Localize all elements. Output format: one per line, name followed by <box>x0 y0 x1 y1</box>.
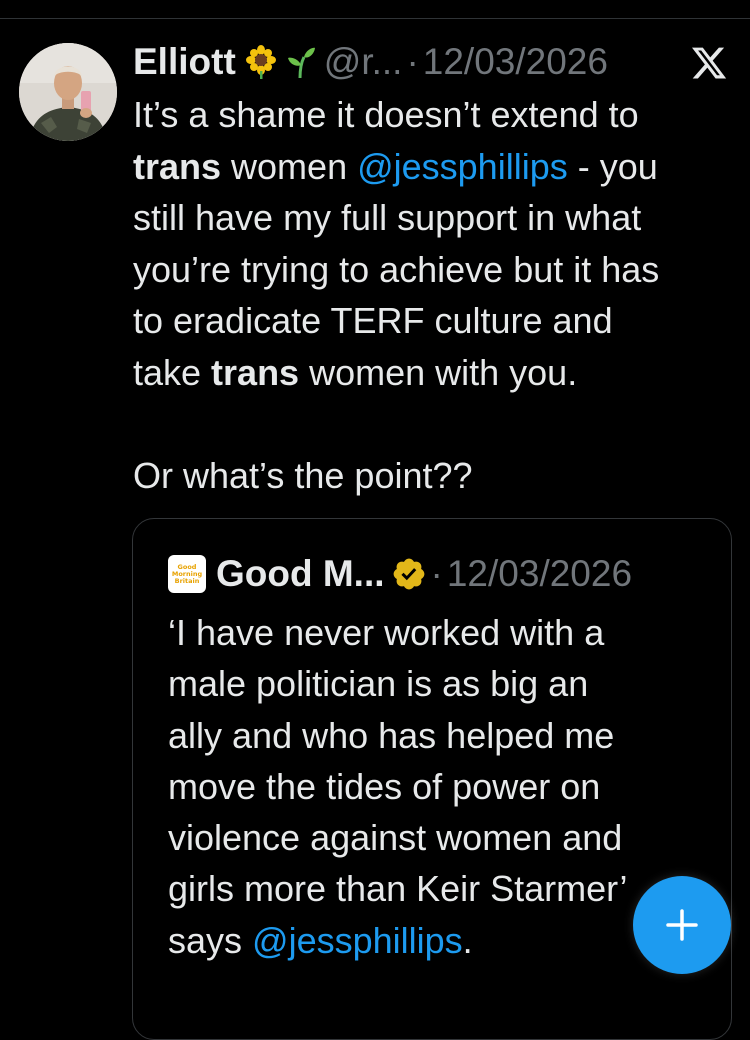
text-line: still have my full support in what <box>133 192 733 244</box>
bold-text: trans <box>211 351 300 393</box>
text-run: women <box>221 145 358 187</box>
text-run: ‘I have never worked with a <box>168 612 605 653</box>
tweet-date[interactable]: 12/03/2026 <box>423 36 608 88</box>
text-run: Or what’s the point?? <box>133 454 473 496</box>
text-run: ally and who has helped me <box>168 714 615 756</box>
bold-text: trans <box>133 145 222 187</box>
text-run: take <box>133 351 212 393</box>
sunflower-icon <box>244 45 278 79</box>
text-run: girls more than Keir Starmer’ <box>168 868 628 910</box>
text-line: trans women @jessphillips - you <box>133 141 733 193</box>
text-line: take trans women with you. <box>133 347 733 399</box>
avatar-photo <box>19 43 117 141</box>
x-logo-icon <box>690 44 728 82</box>
text-line: says @jessphillips. <box>168 915 688 966</box>
top-divider <box>0 18 750 19</box>
text-line: male politician is as big an <box>168 658 688 709</box>
text-line: ‘I have never worked with a <box>168 607 688 658</box>
good-morning-britain-logo: Good Morning Britain <box>168 555 206 593</box>
text-line <box>133 398 733 450</box>
author-name[interactable]: Elliott <box>133 36 236 88</box>
quoted-author-name[interactable]: Good M... <box>216 549 385 599</box>
separator-dot: · <box>430 553 443 594</box>
logo-text-line: Britain <box>174 576 200 585</box>
text-run: move the tides of power on <box>168 765 601 807</box>
mention-link[interactable]: @jessphillips <box>252 920 463 961</box>
text-line: to eradicate TERF culture and <box>133 295 733 347</box>
text-line: girls more than Keir Starmer’ <box>168 863 688 914</box>
text-line: It’s a shame it doesn’t extend to <box>133 89 733 141</box>
quoted-tweet-header: Good Morning Britain Good M... · 12/03/2… <box>168 549 728 599</box>
avatar[interactable] <box>19 43 117 141</box>
tweet-text: It’s a shame it doesn’t extend to trans w… <box>133 89 733 501</box>
mention-link[interactable]: @jessphillips <box>357 146 568 187</box>
text-line: Or what’s the point?? <box>133 450 733 502</box>
separator-dot: · <box>406 41 419 82</box>
text-line: ally and who has helped me <box>168 710 688 761</box>
text-run: women with you. <box>299 351 578 393</box>
tweet-header: Elliott @r... · 12/03/2026 <box>133 36 733 88</box>
text-run: It’s a shame it doesn’t extend to <box>133 94 639 135</box>
author-handle[interactable]: @r... <box>324 36 403 88</box>
text-line: you’re trying to achieve but it has <box>133 244 733 296</box>
text-run: male politician is as big an <box>168 663 589 705</box>
plus-icon <box>666 909 698 941</box>
text-run: violence against women and <box>168 817 623 859</box>
compose-button[interactable] <box>633 876 731 974</box>
text-run: you’re trying to achieve but it has <box>133 248 660 290</box>
text-run: still have my full support in what <box>133 197 642 238</box>
verified-badge-icon <box>391 556 427 592</box>
quoted-tweet-text: ‘I have never worked with a male politici… <box>168 607 688 966</box>
text-line: move the tides of power on <box>168 761 688 812</box>
text-run: - you <box>567 145 658 187</box>
text-run: . <box>462 919 473 961</box>
text-run: says <box>168 919 253 961</box>
seedling-icon <box>286 45 316 79</box>
text-line: violence against women and <box>168 812 688 863</box>
text-run: to eradicate TERF culture and <box>133 300 613 341</box>
quoted-tweet-date[interactable]: 12/03/2026 <box>447 549 632 599</box>
